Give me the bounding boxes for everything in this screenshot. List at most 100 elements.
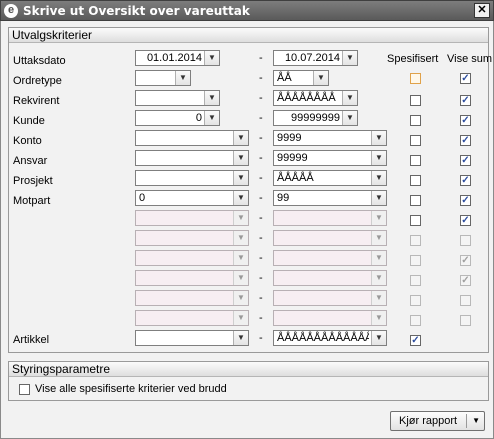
chevron-down-icon[interactable]: ▼ [371, 171, 386, 185]
chevron-down-icon: ▼ [233, 231, 248, 245]
spesifisert-checkbox-ansvar[interactable] [410, 155, 421, 166]
label-ordretype: Ordretype [13, 75, 62, 87]
spesifisert-checkbox-prosjekt[interactable] [410, 175, 421, 186]
chevron-down-icon[interactable]: ▼ [371, 151, 386, 165]
motpart-from-field[interactable]: 0 ▼ [135, 190, 249, 206]
range-separator: - [259, 152, 263, 164]
chevron-down-icon[interactable]: ▼ [204, 111, 219, 125]
range-separator: - [259, 232, 263, 244]
uttaksdato-from-field[interactable]: 01.01.2014 ▼ [135, 50, 220, 66]
rekvirent-to-field[interactable]: ÅÅÅÅÅÅÅÅ ▼ [273, 90, 358, 106]
uttaksdato-to-field[interactable]: 10.07.2014 ▼ [273, 50, 358, 66]
chevron-down-icon[interactable]: ▼ [204, 91, 219, 105]
spesifisert-checkbox-konto[interactable] [410, 135, 421, 146]
chevron-down-icon[interactable]: ▼ [313, 71, 328, 85]
range-separator: - [259, 292, 263, 304]
spesifisert-checkbox-empty [410, 275, 421, 286]
chevron-down-icon[interactable]: ▼ [233, 171, 248, 185]
chevron-down-icon[interactable]: ▼ [175, 71, 190, 85]
chevron-down-icon: ▼ [371, 291, 386, 305]
range-separator: - [259, 92, 263, 104]
spesifisert-checkbox-rekvirent[interactable] [410, 95, 421, 106]
spesifisert-checkbox-kunde[interactable] [410, 115, 421, 126]
konto-to-field[interactable]: 9999 ▼ [273, 130, 387, 146]
konto-to-value: 9999 [277, 132, 302, 144]
vise-sum-checkbox-empty [460, 315, 471, 326]
criteria-group: Utvalgskriterier Spesifisert Vise sum Ut… [8, 27, 492, 353]
spesifisert-checkbox-empty [410, 255, 421, 266]
empty-from-field: ▼ [135, 250, 249, 266]
label-kunde: Kunde [13, 115, 45, 127]
empty-to-field: ▼ [273, 210, 387, 226]
range-separator: - [259, 72, 263, 84]
vise-sum-checkbox-empty: ✓ [460, 275, 471, 286]
spesifisert-checkbox-artikkel[interactable]: ✓ [410, 335, 421, 346]
kunde-to-field[interactable]: 99999999 ▼ [273, 110, 358, 126]
konto-from-field[interactable]: ▼ [135, 130, 249, 146]
chevron-down-icon: ▼ [371, 271, 386, 285]
steering-group: Styringsparametre Vise alle spesifiserte… [8, 361, 489, 401]
chevron-down-icon[interactable]: ▼ [342, 111, 357, 125]
label-motpart: Motpart [13, 195, 51, 207]
range-separator: - [259, 272, 263, 284]
vise-sum-checkbox-kunde[interactable]: ✓ [460, 135, 471, 146]
spesifisert-checkbox-ordretype[interactable] [410, 73, 421, 84]
chevron-down-icon[interactable]: ▼ [371, 331, 386, 345]
title-bar: e Skrive ut Oversikt over vareuttak ✕ [0, 0, 494, 21]
uttaksdato-from-value: 01.01.2014 [146, 52, 202, 64]
chevron-down-icon[interactable]: ▼ [371, 191, 386, 205]
criteria-group-title: Utvalgskriterier [9, 28, 488, 43]
motpart-to-value: 99 [277, 192, 290, 204]
chevron-down-icon[interactable]: ▼ [342, 91, 357, 105]
chevron-down-icon[interactable]: ▼ [371, 131, 386, 145]
chevron-down-icon[interactable]: ▼ [204, 51, 219, 65]
prosjekt-to-value: ÅÅÅÅÅ [277, 172, 314, 184]
vise-sum-checkbox-ordretype[interactable]: ✓ [460, 95, 471, 106]
motpart-to-field[interactable]: 99 ▼ [273, 190, 387, 206]
vise-alle-checkbox[interactable] [19, 384, 30, 395]
chevron-down-icon[interactable]: ▼ [233, 331, 248, 345]
vise-sum-checkbox-rekvirent[interactable]: ✓ [460, 115, 471, 126]
kunde-from-field[interactable]: 0 ▼ [135, 110, 220, 126]
label-uttaksdato: Uttaksdato [13, 55, 66, 67]
app-icon: e [4, 3, 18, 18]
spesifisert-checkbox-empty[interactable] [410, 215, 421, 226]
empty-from-field: ▼ [135, 230, 249, 246]
ansvar-from-field[interactable]: ▼ [135, 150, 249, 166]
run-report-button[interactable]: Kjør rapport ▼ [390, 411, 485, 431]
spesifisert-checkbox-empty [410, 295, 421, 306]
chevron-down-icon: ▼ [233, 271, 248, 285]
chevron-down-icon[interactable]: ▼ [233, 151, 248, 165]
spesifisert-checkbox-motpart[interactable] [410, 195, 421, 206]
vise-sum-checkbox-konto[interactable]: ✓ [460, 155, 471, 166]
artikkel-from-field[interactable]: ▼ [135, 330, 249, 346]
range-separator: - [259, 192, 263, 204]
ordretype-to-field[interactable]: ÅÅ ▼ [273, 70, 329, 86]
chevron-down-icon[interactable]: ▼ [342, 51, 357, 65]
vise-sum-checkbox-uttaksdato[interactable]: ✓ [460, 73, 471, 84]
chevron-down-icon[interactable]: ▼ [472, 412, 480, 430]
label-artikkel: Artikkel [13, 334, 50, 346]
label-ansvar: Ansvar [13, 155, 48, 167]
chevron-down-icon[interactable]: ▼ [233, 191, 248, 205]
prosjekt-to-field[interactable]: ÅÅÅÅÅ ▼ [273, 170, 387, 186]
dialog-body: Utvalgskriterier Spesifisert Vise sum Ut… [0, 21, 494, 439]
close-button[interactable]: ✕ [474, 3, 490, 18]
range-separator: - [259, 252, 263, 264]
rekvirent-from-field[interactable]: ▼ [135, 90, 220, 106]
ansvar-to-field[interactable]: 99999 ▼ [273, 150, 387, 166]
artikkel-to-field[interactable]: ÅÅÅÅÅÅÅÅÅÅÅÅÅÅÅÅ ▼ [273, 330, 387, 346]
kunde-to-value: 99999999 [291, 112, 340, 124]
vise-sum-checkbox-prosjekt[interactable]: ✓ [460, 195, 471, 206]
prosjekt-from-field[interactable]: ▼ [135, 170, 249, 186]
vise-sum-checkbox-ansvar[interactable]: ✓ [460, 175, 471, 186]
ordretype-from-field[interactable]: ▼ [135, 70, 191, 86]
steering-group-title: Styringsparametre [9, 362, 488, 377]
empty-from-field: ▼ [135, 210, 249, 226]
uttaksdato-to-value: 10.07.2014 [284, 52, 340, 64]
chevron-down-icon[interactable]: ▼ [233, 131, 248, 145]
spesifisert-checkbox-empty [410, 315, 421, 326]
vise-sum-checkbox-motpart[interactable]: ✓ [460, 215, 471, 226]
chevron-down-icon: ▼ [371, 231, 386, 245]
vise-alle-label[interactable]: Vise alle spesifiserte kriterier ved bru… [35, 383, 227, 395]
